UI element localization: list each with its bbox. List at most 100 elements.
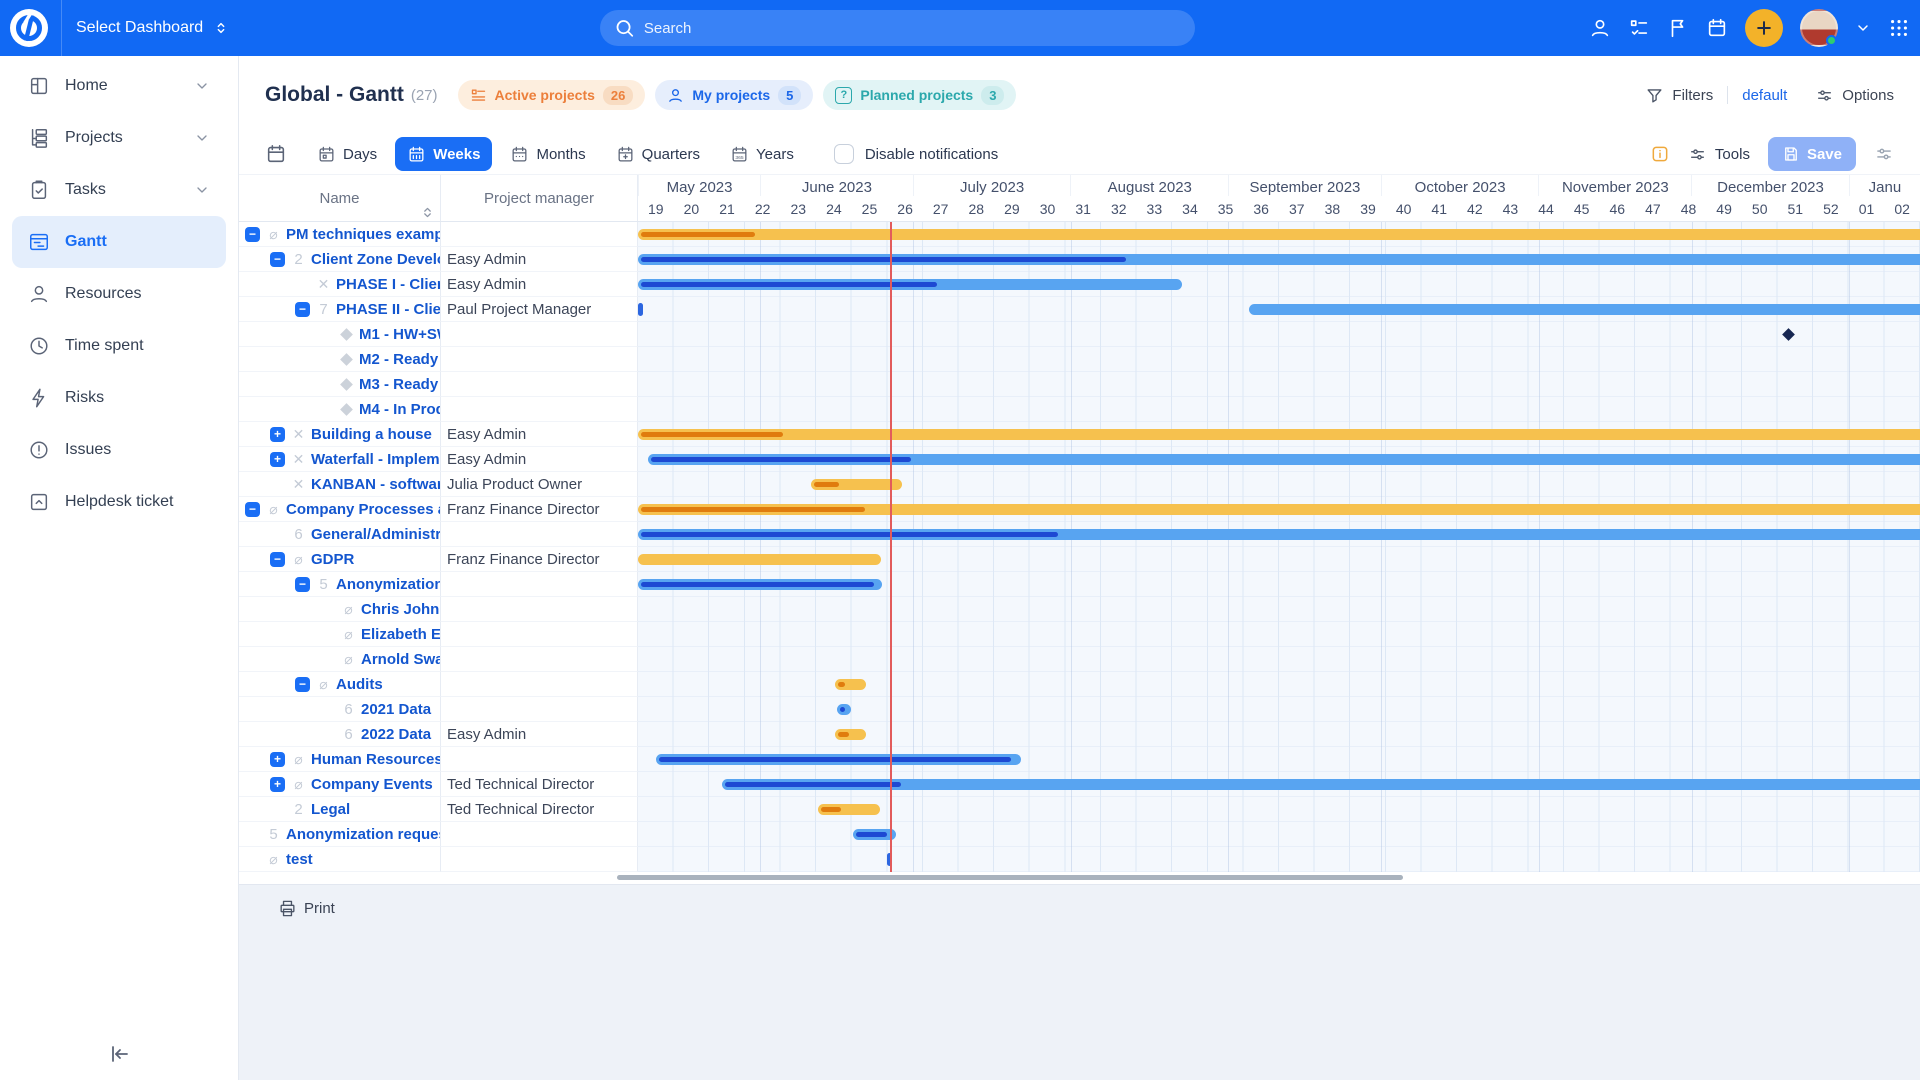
- row-name-link[interactable]: Legal: [311, 801, 350, 818]
- timescale-quarters-button[interactable]: Quarters: [604, 137, 712, 171]
- row-name-link[interactable]: GDPR: [311, 551, 354, 568]
- apps-menu-button[interactable]: [1888, 17, 1910, 39]
- gantt-bar[interactable]: [837, 704, 851, 715]
- row-settings-icon[interactable]: [1874, 144, 1894, 164]
- row-name-link[interactable]: Elizabeth E: [361, 626, 441, 643]
- row-name-link[interactable]: Waterfall - Implem: [311, 451, 440, 468]
- row-timeline-cell[interactable]: [638, 747, 1920, 772]
- options-button[interactable]: Options: [1815, 86, 1894, 105]
- info-icon[interactable]: [1650, 144, 1670, 164]
- sidebar-item-helpdesk-ticket[interactable]: Helpdesk ticket: [12, 476, 226, 528]
- row-timeline-cell[interactable]: [638, 647, 1920, 672]
- gantt-bar[interactable]: [638, 254, 1920, 265]
- flag-icon-button[interactable]: [1667, 17, 1689, 39]
- badge-my-projects[interactable]: My projects5: [655, 80, 813, 110]
- tools-button[interactable]: Tools: [1688, 145, 1750, 164]
- row-name-link[interactable]: Chris Johns: [361, 601, 441, 618]
- row-timeline-cell[interactable]: [638, 322, 1920, 347]
- gantt-bar[interactable]: [638, 529, 1920, 540]
- gantt-bar[interactable]: [722, 779, 1920, 790]
- sidebar-collapse-icon[interactable]: [108, 1042, 132, 1066]
- sidebar-item-issues[interactable]: Issues: [12, 424, 226, 476]
- row-timeline-cell[interactable]: [638, 397, 1920, 422]
- row-timeline-cell[interactable]: [638, 572, 1920, 597]
- row-name-link[interactable]: Audits: [336, 676, 383, 693]
- gantt-bar[interactable]: [638, 229, 1920, 240]
- gantt-bar[interactable]: [638, 279, 1182, 290]
- row-timeline-cell[interactable]: [638, 272, 1920, 297]
- timescale-months-button[interactable]: Months: [498, 137, 597, 171]
- row-name-link[interactable]: KANBAN - softwar: [311, 476, 441, 493]
- collapse-toggle[interactable]: −: [270, 552, 285, 567]
- calendar-picker-icon[interactable]: [265, 143, 287, 165]
- gantt-bar[interactable]: [811, 479, 902, 490]
- row-name-link[interactable]: Client Zone Develo: [311, 251, 441, 268]
- manager-column-header[interactable]: Project manager: [441, 175, 638, 221]
- save-button[interactable]: Save: [1768, 137, 1856, 171]
- quick-add-button[interactable]: [1745, 9, 1783, 47]
- disable-notifications-checkbox[interactable]: [834, 144, 854, 164]
- my-tasks-icon[interactable]: [1628, 17, 1650, 39]
- row-timeline-cell[interactable]: [638, 847, 1920, 872]
- row-name-link[interactable]: Company Processes ar: [286, 501, 441, 518]
- row-timeline-cell[interactable]: [638, 697, 1920, 722]
- row-timeline-cell[interactable]: [638, 222, 1920, 247]
- name-column-header[interactable]: Name: [239, 175, 441, 221]
- collapse-toggle[interactable]: −: [295, 677, 310, 692]
- avatar[interactable]: [1800, 9, 1838, 47]
- sidebar-item-time-spent[interactable]: Time spent: [12, 320, 226, 372]
- row-timeline-cell[interactable]: [638, 772, 1920, 797]
- badge-active-projects[interactable]: Active projects26: [458, 80, 646, 110]
- sidebar-item-tasks[interactable]: Tasks: [12, 164, 226, 216]
- row-timeline-cell[interactable]: [638, 472, 1920, 497]
- row-timeline-cell[interactable]: [638, 347, 1920, 372]
- default-view-link[interactable]: default: [1742, 87, 1787, 104]
- gantt-bar[interactable]: [648, 454, 1920, 465]
- search-input[interactable]: [644, 20, 1181, 37]
- row-timeline-cell[interactable]: [638, 672, 1920, 697]
- print-button[interactable]: Print: [278, 899, 1920, 918]
- badge-planned-projects[interactable]: ?Planned projects3: [823, 80, 1016, 110]
- gantt-bar-stub[interactable]: [638, 303, 643, 316]
- collapse-toggle[interactable]: −: [295, 302, 310, 317]
- global-search[interactable]: [600, 10, 1195, 46]
- sidebar-item-resources[interactable]: Resources: [12, 268, 226, 320]
- row-timeline-cell[interactable]: [638, 722, 1920, 747]
- sidebar-item-risks[interactable]: Risks: [12, 372, 226, 424]
- row-timeline-cell[interactable]: [638, 822, 1920, 847]
- row-timeline-cell[interactable]: [638, 247, 1920, 272]
- row-name-link[interactable]: General/Administr: [311, 526, 441, 543]
- user-menu-icon[interactable]: [1589, 17, 1611, 39]
- gantt-bar[interactable]: [818, 804, 880, 815]
- row-name-link[interactable]: M4 - In Production: [359, 401, 441, 418]
- gantt-bar[interactable]: [835, 679, 866, 690]
- row-timeline-cell[interactable]: [638, 497, 1920, 522]
- row-name-link[interactable]: Anonymization reques: [286, 826, 441, 843]
- row-timeline-cell[interactable]: [638, 597, 1920, 622]
- row-name-link[interactable]: 2021 Data: [361, 701, 431, 718]
- row-name-link[interactable]: PM techniques examp: [286, 226, 441, 243]
- timescale-weeks-button[interactable]: Weeks: [395, 137, 492, 171]
- row-timeline-cell[interactable]: [638, 422, 1920, 447]
- row-name-link[interactable]: Company Events: [311, 776, 433, 793]
- expand-toggle[interactable]: +: [270, 427, 285, 442]
- collapse-toggle[interactable]: −: [245, 502, 260, 517]
- row-timeline-cell[interactable]: [638, 297, 1920, 322]
- row-name-link[interactable]: M2 - Ready for Pilot: [359, 351, 441, 368]
- filters-button[interactable]: Filters: [1645, 86, 1713, 105]
- row-name-link[interactable]: test: [286, 851, 313, 868]
- collapse-toggle[interactable]: −: [295, 577, 310, 592]
- gantt-bar[interactable]: [638, 429, 1920, 440]
- row-name-link[interactable]: Human Resources: [311, 751, 441, 768]
- row-name-link[interactable]: 2022 Data: [361, 726, 431, 743]
- row-timeline-cell[interactable]: [638, 447, 1920, 472]
- row-timeline-cell[interactable]: [638, 622, 1920, 647]
- sidebar-item-projects[interactable]: Projects: [12, 112, 226, 164]
- profile-chevron[interactable]: [1855, 20, 1871, 36]
- row-name-link[interactable]: Anonymization: [336, 576, 441, 593]
- expand-toggle[interactable]: +: [270, 777, 285, 792]
- milestone-marker[interactable]: [1782, 328, 1795, 341]
- horizontal-scrollbar[interactable]: [617, 875, 1403, 880]
- collapse-toggle[interactable]: −: [245, 227, 260, 242]
- sort-icon[interactable]: [421, 206, 434, 219]
